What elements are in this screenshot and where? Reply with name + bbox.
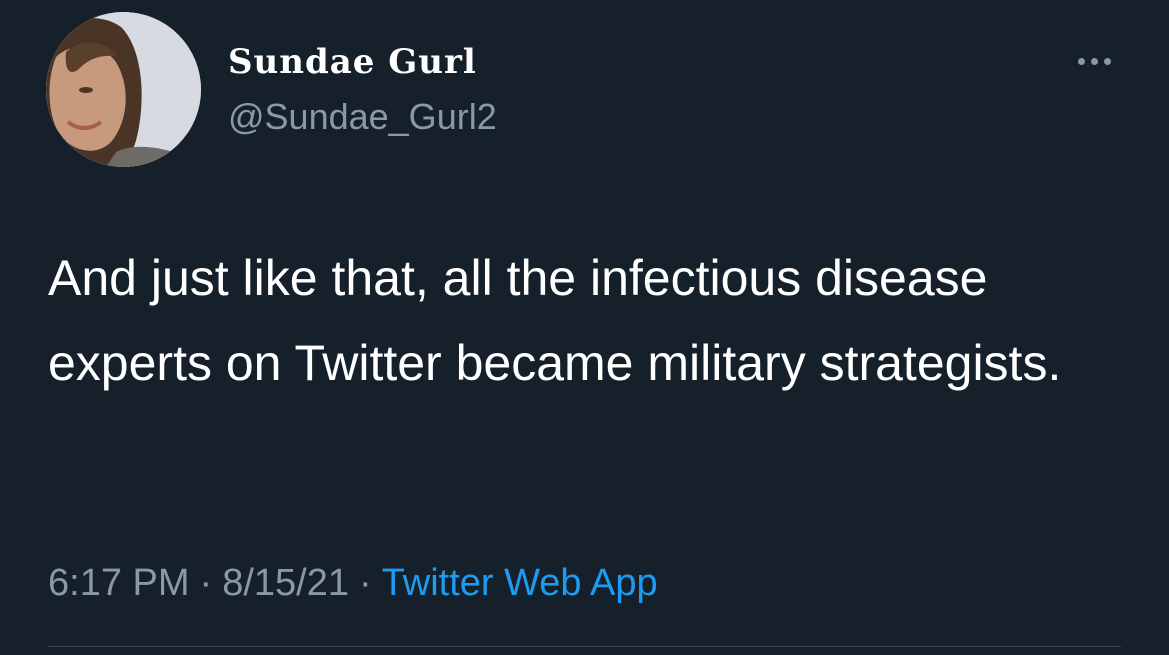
- tweet-text: And just like that, all the infectious d…: [48, 250, 1062, 391]
- more-options-button[interactable]: [1066, 46, 1122, 76]
- more-options-icon: [1090, 57, 1098, 65]
- meta-separator: ·: [199, 562, 213, 604]
- divider: [48, 646, 1121, 647]
- more-options-icon: [1077, 57, 1085, 65]
- tweet-source-link[interactable]: Twitter Web App: [382, 562, 658, 604]
- tweet-card: Sundae Gurl @Sundae_Gurl2 And just like …: [0, 0, 1169, 655]
- more-options-icon: [1103, 57, 1111, 65]
- avatar-photo: [46, 12, 201, 167]
- tweet-time[interactable]: 6:17 PM: [48, 562, 190, 604]
- meta-separator: ·: [358, 562, 372, 604]
- tweet-metadata: 6:17 PM · 8/15/21 · Twitter Web App: [48, 560, 658, 606]
- avatar[interactable]: [46, 12, 201, 167]
- user-handle[interactable]: @Sundae_Gurl2: [228, 96, 497, 138]
- display-name[interactable]: Sundae Gurl: [228, 42, 477, 82]
- tweet-date[interactable]: 8/15/21: [222, 562, 349, 604]
